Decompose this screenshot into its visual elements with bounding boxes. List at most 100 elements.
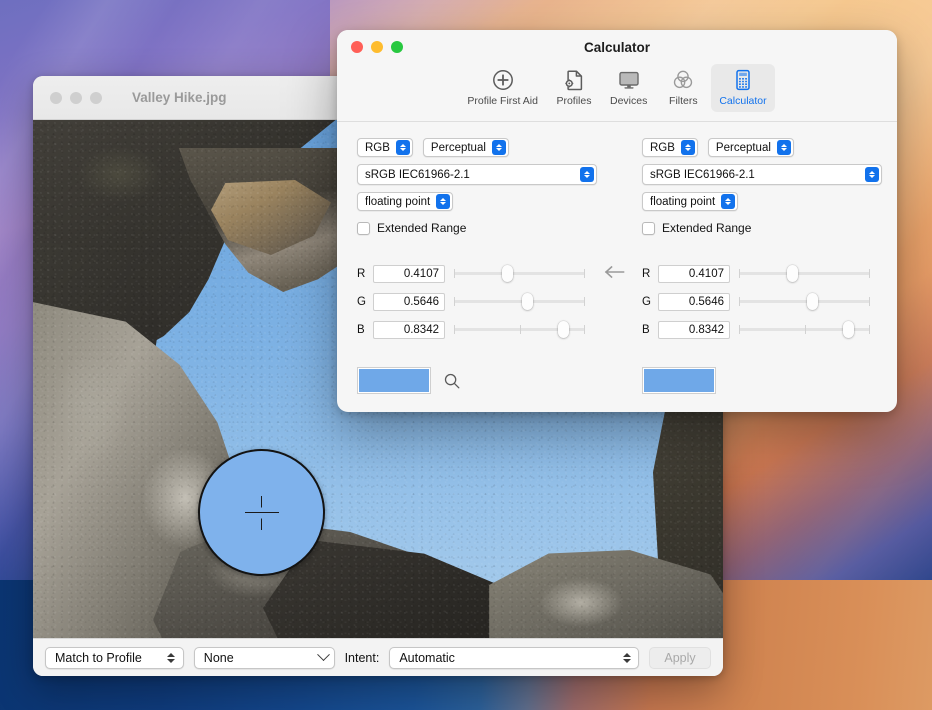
toolbar-item-profiles[interactable]: Profiles — [548, 64, 600, 112]
color-sampler-loupe[interactable] — [198, 449, 325, 576]
right-channel-value-g[interactable]: 0.5646 — [658, 292, 730, 311]
right-extended-range-row[interactable]: Extended Range — [642, 221, 882, 235]
left-channel-slider-r[interactable] — [454, 265, 585, 283]
toolbar-item-profile-first-aid[interactable]: Profile First Aid — [459, 64, 546, 112]
destination-color-swatch[interactable] — [642, 367, 716, 394]
right-model-row: RGB Perceptual — [642, 138, 882, 157]
right-channel-sliders: R 0.4107 G 0.5646 B 0.8342 — [642, 261, 882, 342]
slider-knob[interactable] — [522, 293, 534, 310]
intent-label: Intent: — [344, 650, 380, 665]
intent-popup[interactable]: Automatic — [389, 646, 639, 669]
calculator-window[interactable]: Calculator Profile First Aid Profiles De… — [337, 30, 897, 412]
apply-button[interactable]: Apply — [649, 646, 711, 669]
stepper-chevrons-icon — [580, 167, 594, 182]
right-channel-row-r: R 0.4107 — [642, 261, 882, 286]
left-color-model-popup[interactable]: RGB — [357, 138, 413, 157]
source-color-swatch[interactable] — [357, 367, 431, 394]
left-rendering-intent-popup[interactable]: Perceptual — [422, 138, 509, 157]
channel-label-r: R — [642, 267, 651, 280]
magnifier-icon[interactable] — [443, 372, 461, 390]
left-channel-row-g: G 0.5646 — [357, 289, 597, 314]
calculator-window-title: Calculator — [583, 39, 651, 55]
zoom-button[interactable] — [90, 91, 102, 104]
left-channel-value-b[interactable]: 0.8342 — [373, 320, 445, 339]
crosshair-icon — [244, 495, 279, 530]
right-channel-value-r[interactable]: 0.4107 — [658, 264, 730, 283]
stepper-chevrons-icon — [166, 650, 177, 666]
left-channel-sliders: R 0.4107 G 0.5646 B 0.8342 — [357, 261, 597, 342]
arrow-left-icon — [599, 262, 629, 282]
channel-label-g: G — [642, 295, 651, 308]
zoom-button[interactable] — [391, 41, 403, 53]
toolbar-item-label: Calculator — [719, 95, 767, 107]
minimize-button[interactable] — [371, 41, 383, 53]
right-channel-row-b: B 0.8342 — [642, 317, 882, 342]
right-color-model-popup[interactable]: RGB — [642, 138, 698, 157]
chevron-down-icon — [316, 648, 330, 662]
calculator-body: RGB Perceptual sRGB IEC61966-2.1 floatin… — [337, 122, 897, 412]
source-color-panel: RGB Perceptual sRGB IEC61966-2.1 floatin… — [357, 122, 597, 345]
left-extended-range-label: Extended Range — [377, 221, 467, 235]
slider-knob[interactable] — [787, 265, 799, 282]
left-channel-value-g[interactable]: 0.5646 — [373, 292, 445, 311]
calculator-toolbar[interactable]: Profile First Aid Profiles Devices Filte… — [337, 64, 897, 122]
right-channel-value-b[interactable]: 0.8342 — [658, 320, 730, 339]
image-window-traffic-lights[interactable] — [50, 91, 102, 104]
calculator-traffic-lights[interactable] — [351, 41, 403, 53]
stepper-chevrons-icon — [395, 140, 410, 155]
image-window-title: Valley Hike.jpg — [132, 90, 227, 105]
right-profile-popup[interactable]: sRGB IEC61966-2.1 — [642, 164, 882, 185]
right-channel-row-g: G 0.5646 — [642, 289, 882, 314]
left-profile-popup[interactable]: sRGB IEC61966-2.1 — [357, 164, 597, 185]
close-button[interactable] — [351, 41, 363, 53]
toolbar-item-label: Profiles — [556, 95, 592, 107]
display-icon — [617, 68, 641, 92]
channel-label-r: R — [357, 267, 366, 280]
document-gear-icon — [562, 68, 586, 92]
toolbar-item-calculator[interactable]: Calculator — [711, 64, 775, 112]
toolbar-item-label: Profile First Aid — [467, 95, 538, 107]
channel-label-b: B — [642, 323, 650, 336]
slider-knob[interactable] — [842, 321, 854, 338]
left-extended-range-row[interactable]: Extended Range — [357, 221, 597, 235]
stepper-chevrons-icon — [436, 194, 451, 209]
crosshair-center-gap — [256, 507, 267, 518]
left-channel-row-r: R 0.4107 — [357, 261, 597, 286]
slider-knob[interactable] — [557, 321, 569, 338]
right-encoding-row: floating point — [642, 192, 882, 211]
right-encoding-popup[interactable]: floating point — [642, 192, 739, 211]
stepper-chevrons-icon — [491, 140, 506, 155]
match-to-profile-popup[interactable]: Match to Profile — [45, 646, 184, 669]
channel-label-g: G — [357, 295, 366, 308]
minimize-button[interactable] — [70, 91, 82, 104]
profile-select-popup[interactable]: None — [193, 646, 335, 669]
right-channel-slider-g[interactable] — [739, 293, 870, 311]
stepper-chevrons-icon — [721, 194, 736, 209]
image-window-bottom-toolbar[interactable]: Match to Profile None Intent: Automatic … — [33, 638, 723, 676]
right-channel-slider-b[interactable] — [739, 321, 870, 339]
left-swatch-row — [357, 367, 461, 394]
right-extended-range-label: Extended Range — [662, 221, 752, 235]
toolbar-item-devices[interactable]: Devices — [602, 64, 655, 112]
stepper-chevrons-icon — [680, 140, 695, 155]
left-channel-slider-g[interactable] — [454, 293, 585, 311]
close-button[interactable] — [50, 91, 62, 104]
calculator-titlebar[interactable]: Calculator — [337, 30, 897, 64]
left-channel-row-b: B 0.8342 — [357, 317, 597, 342]
toolbar-item-label: Filters — [669, 95, 698, 107]
left-channel-value-r[interactable]: 0.4107 — [373, 264, 445, 283]
left-channel-slider-b[interactable] — [454, 321, 585, 339]
toolbar-item-filters[interactable]: Filters — [657, 64, 709, 112]
stepper-chevrons-icon — [621, 650, 632, 666]
right-extended-range-checkbox[interactable] — [642, 221, 655, 235]
channel-label-b: B — [357, 323, 365, 336]
left-extended-range-checkbox[interactable] — [357, 221, 370, 235]
left-encoding-popup[interactable]: floating point — [357, 192, 454, 211]
slider-knob[interactable] — [502, 265, 514, 282]
right-rendering-intent-popup[interactable]: Perceptual — [707, 138, 794, 157]
right-channel-slider-r[interactable] — [739, 265, 870, 283]
slider-knob[interactable] — [807, 293, 819, 310]
toolbar-item-label: Devices — [609, 95, 648, 107]
destination-color-panel: RGB Perceptual sRGB IEC61966-2.1 floatin… — [642, 122, 882, 345]
plus-circle-icon — [491, 68, 515, 92]
